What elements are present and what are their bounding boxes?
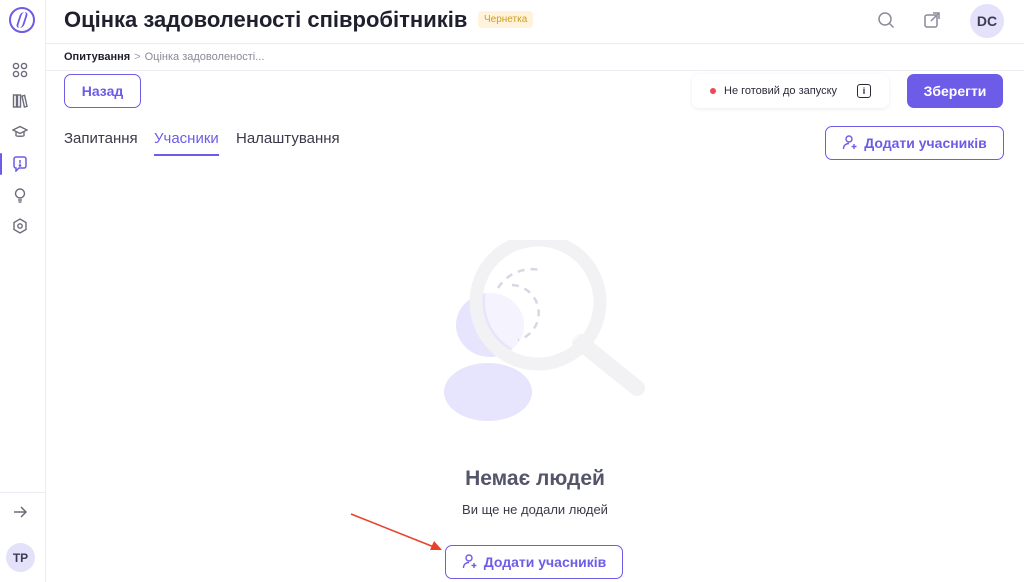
active-tab-indicator — [154, 154, 219, 156]
books-icon[interactable] — [11, 92, 29, 110]
grid-icon[interactable] — [11, 61, 29, 79]
tab-questions[interactable]: Запитання — [64, 130, 138, 147]
graduation-cap-icon[interactable] — [11, 123, 29, 141]
user-avatar[interactable]: TP — [6, 543, 35, 572]
lightbulb-icon[interactable] — [11, 186, 29, 204]
empty-state-illustration — [430, 233, 660, 430]
tab-participants[interactable]: Учасники — [154, 130, 219, 147]
external-link-icon[interactable] — [922, 10, 942, 30]
empty-state-title: Немає людей — [465, 467, 605, 490]
status-badge: Чернетка — [478, 11, 534, 28]
back-button[interactable]: Назад — [64, 74, 141, 108]
add-user-icon — [842, 134, 858, 153]
person-body-shape — [444, 363, 532, 421]
add-participants-label: Додати учасників — [864, 135, 987, 151]
header: Оцінка задоволеності співробітників Черн… — [46, 0, 1024, 44]
status-dot — [710, 88, 716, 94]
breadcrumb: Опитування > Оцінка задоволеності... — [64, 51, 264, 63]
breadcrumb-current: Оцінка задоволеності... — [144, 51, 265, 63]
settings-hex-icon[interactable] — [11, 217, 29, 235]
breadcrumb-separator: > — [134, 51, 141, 63]
account-avatar[interactable]: DC — [970, 4, 1004, 38]
sidebar-divider — [0, 492, 46, 493]
launch-status: Не готовий до запуску i — [692, 74, 889, 108]
survey-icon[interactable] — [0, 153, 29, 175]
add-user-icon — [462, 553, 478, 572]
breadcrumb-root[interactable]: Опитування — [64, 51, 130, 63]
info-icon[interactable]: i — [857, 84, 871, 98]
search-icon[interactable] — [876, 10, 896, 30]
annotation-arrow-icon — [350, 513, 442, 550]
sidebar: TP — [0, 0, 46, 582]
status-text: Не готовий до запуску — [724, 85, 838, 97]
empty-state-subtitle: Ви ще не додали людей — [462, 502, 608, 517]
add-participants-empty-label: Додати учасників — [483, 554, 607, 570]
add-participants-empty-button[interactable]: Додати учасників — [445, 545, 623, 579]
divider — [46, 70, 1024, 71]
page-title: Оцінка задоволеності співробітників — [64, 7, 468, 32]
save-button[interactable]: Зберегти — [907, 74, 1003, 108]
add-participants-button[interactable]: Додати учасників — [825, 126, 1004, 160]
logo-icon[interactable] — [9, 7, 35, 33]
tab-settings[interactable]: Налаштування — [236, 130, 340, 147]
